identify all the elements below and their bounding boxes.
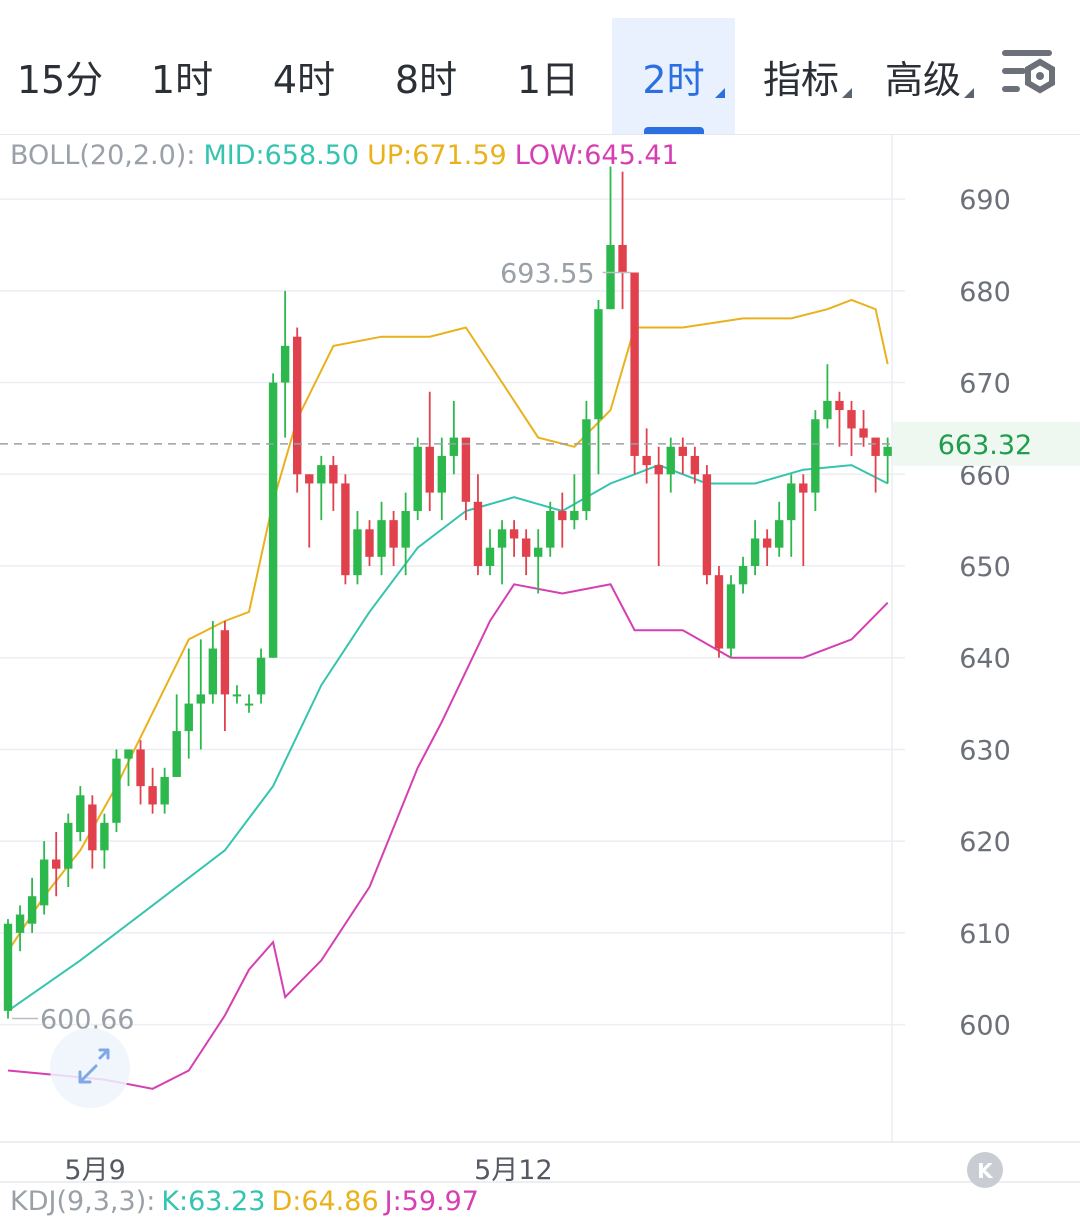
kdj-d-value: D:64.86 (271, 1186, 379, 1217)
kline-badge-letter: K (977, 1159, 994, 1183)
candle-body (136, 749, 145, 787)
y-axis-tick-label: 600 (959, 1011, 1011, 1042)
x-axis-date-label: 5月9 (64, 1155, 126, 1186)
candle-body (100, 822, 109, 851)
candle-body (317, 465, 326, 484)
candle-body (27, 896, 37, 924)
candle-body (148, 786, 157, 805)
candle-body (509, 529, 519, 539)
candle-body (196, 694, 205, 704)
candle-body (618, 244, 627, 273)
candle-body (762, 538, 772, 548)
candle-body (871, 437, 880, 456)
candle-body (461, 437, 471, 502)
candle-body (594, 309, 603, 420)
candle-body (654, 465, 663, 475)
candle-body (184, 703, 193, 732)
candle-body (606, 244, 615, 310)
x-axis-date-label: 5月12 (474, 1155, 553, 1186)
candle-body (377, 520, 386, 557)
candle-body (305, 474, 314, 484)
candle-body (750, 538, 760, 566)
candle-body (401, 510, 410, 548)
y-axis-tick-label: 630 (959, 735, 1011, 766)
candle-body (497, 529, 507, 548)
candle-body (413, 446, 422, 511)
candle-body (738, 566, 748, 585)
candle-body (473, 501, 483, 566)
kdj-j-value: J:59.97 (384, 1186, 479, 1217)
y-axis-tick-label: 640 (959, 644, 1011, 675)
candle-body (847, 410, 856, 429)
candle-body (64, 822, 73, 869)
candle-body (365, 529, 374, 557)
candle-body (437, 455, 446, 493)
candle-body (859, 428, 868, 438)
candle-body (280, 345, 290, 383)
y-axis-tick-label: 680 (959, 277, 1011, 308)
candle-body (293, 336, 302, 475)
candle-body (799, 483, 808, 493)
kdj-k-value: K:63.23 (161, 1186, 266, 1217)
kdj-name: KDJ(9,3,3): (10, 1186, 156, 1217)
candle-body (546, 510, 555, 548)
candle-body (690, 455, 700, 475)
candle-body (425, 446, 434, 493)
collapse-button-bg (50, 1028, 130, 1108)
y-axis-tick-label: 620 (959, 827, 1011, 858)
candle-body (39, 859, 49, 906)
candle-body (521, 538, 531, 557)
candle-body (582, 419, 591, 511)
candle-body (702, 474, 712, 576)
candle-body (341, 483, 350, 576)
candle-body (160, 776, 169, 805)
candle-body (353, 529, 362, 576)
y-axis-tick-label: 610 (959, 919, 1011, 950)
candlestick-chart[interactable]: 600610620630640650660670680690663.32693.… (0, 0, 1080, 1216)
candle-body (268, 382, 278, 658)
candle-body (883, 446, 892, 456)
y-axis-tick-label: 690 (959, 185, 1011, 216)
candle-body (835, 400, 844, 411)
candle-body (787, 483, 796, 521)
candle-body (124, 749, 133, 759)
boll-lower-line (7, 583, 889, 1090)
candle-body (15, 914, 25, 933)
candle-body (666, 446, 675, 475)
candle-body (244, 703, 254, 706)
candle-body (88, 804, 97, 851)
candle-body (3, 923, 13, 1011)
kdj-indicator-readout: KDJ(9,3,3): K:63.23 D:64.86 J:59.97 (10, 1186, 485, 1217)
candle-body (76, 795, 85, 832)
candle-body (389, 520, 398, 548)
y-axis-tick-label: 670 (959, 369, 1011, 400)
candle-body (642, 455, 651, 466)
candle-body (823, 400, 832, 420)
last-price-tag: 663.32 (938, 430, 1032, 461)
candle-body (256, 657, 266, 695)
candle-body (485, 547, 495, 566)
candle-body (570, 510, 579, 521)
candle-body (208, 648, 218, 695)
candle-body (449, 437, 459, 456)
candle-body (172, 731, 181, 777)
candle-body (726, 584, 736, 649)
y-axis-tick-label: 650 (959, 552, 1011, 583)
candle-body (630, 272, 639, 456)
candle-body (678, 446, 687, 456)
candle-body (220, 630, 230, 695)
max-price-label: 693.55 (500, 258, 594, 289)
candle-body (714, 575, 724, 649)
candle-body (775, 520, 784, 548)
candle-body (558, 510, 567, 521)
candle-body (112, 758, 121, 823)
boll-upper-line (7, 298, 889, 952)
candle-body (534, 547, 543, 557)
candle-body (232, 694, 242, 697)
candle-body (329, 465, 338, 484)
candle-body (52, 859, 61, 869)
candle-body (811, 419, 820, 493)
